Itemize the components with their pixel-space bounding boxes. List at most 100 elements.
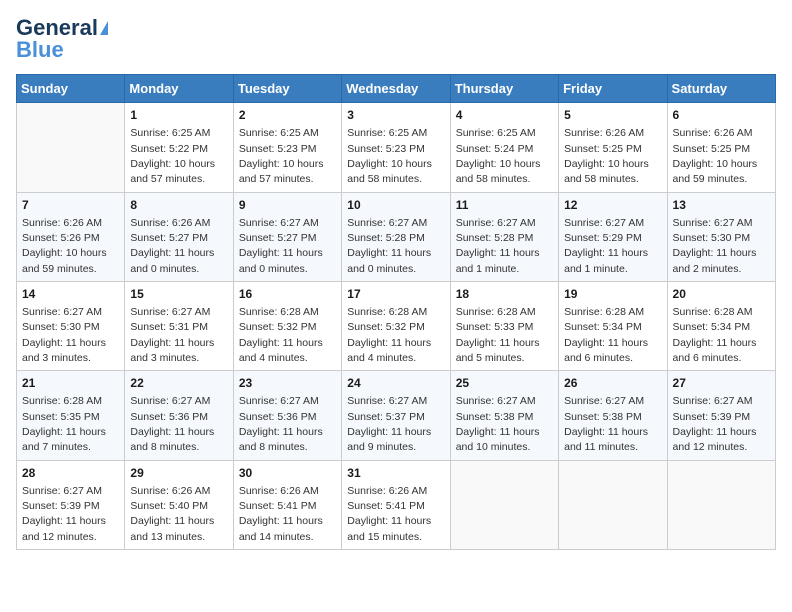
day-info: Sunrise: 6:27 AM Sunset: 5:28 PM Dayligh…: [347, 217, 431, 275]
calendar-header-row: SundayMondayTuesdayWednesdayThursdayFrid…: [17, 75, 776, 103]
day-info: Sunrise: 6:27 AM Sunset: 5:36 PM Dayligh…: [130, 395, 214, 453]
day-number: 29: [130, 465, 227, 482]
calendar-header-saturday: Saturday: [667, 75, 775, 103]
calendar-week-row: 7 Sunrise: 6:26 AM Sunset: 5:26 PM Daylig…: [17, 192, 776, 281]
calendar-header-friday: Friday: [559, 75, 667, 103]
day-number: 15: [130, 286, 227, 303]
day-info: Sunrise: 6:26 AM Sunset: 5:41 PM Dayligh…: [347, 485, 431, 543]
calendar-week-row: 1 Sunrise: 6:25 AM Sunset: 5:22 PM Daylig…: [17, 103, 776, 192]
calendar-cell: 22 Sunrise: 6:27 AM Sunset: 5:36 PM Dayli…: [125, 371, 233, 460]
calendar-cell: 21 Sunrise: 6:28 AM Sunset: 5:35 PM Dayli…: [17, 371, 125, 460]
calendar-cell: 17 Sunrise: 6:28 AM Sunset: 5:32 PM Dayli…: [342, 282, 450, 371]
day-number: 4: [456, 107, 553, 124]
day-number: 27: [673, 375, 770, 392]
day-number: 18: [456, 286, 553, 303]
day-number: 2: [239, 107, 336, 124]
calendar-cell: 19 Sunrise: 6:28 AM Sunset: 5:34 PM Dayli…: [559, 282, 667, 371]
day-info: Sunrise: 6:28 AM Sunset: 5:34 PM Dayligh…: [673, 306, 757, 364]
calendar-cell: 1 Sunrise: 6:25 AM Sunset: 5:22 PM Daylig…: [125, 103, 233, 192]
calendar-header-wednesday: Wednesday: [342, 75, 450, 103]
calendar-table: SundayMondayTuesdayWednesdayThursdayFrid…: [16, 74, 776, 550]
logo: General Blue: [16, 16, 108, 62]
calendar-cell: 5 Sunrise: 6:26 AM Sunset: 5:25 PM Daylig…: [559, 103, 667, 192]
day-info: Sunrise: 6:27 AM Sunset: 5:30 PM Dayligh…: [673, 217, 757, 275]
calendar-header-tuesday: Tuesday: [233, 75, 341, 103]
calendar-cell: 14Sunrise: 6:27 AM Sunset: 5:30 PM Dayli…: [17, 282, 125, 371]
calendar-cell: 11 Sunrise: 6:27 AM Sunset: 5:28 PM Dayli…: [450, 192, 558, 281]
day-info: Sunrise: 6:27 AM Sunset: 5:36 PM Dayligh…: [239, 395, 323, 453]
day-info: Sunrise: 6:27 AM Sunset: 5:37 PM Dayligh…: [347, 395, 431, 453]
day-number: 17: [347, 286, 444, 303]
calendar-cell: [17, 103, 125, 192]
calendar-cell: 18Sunrise: 6:28 AM Sunset: 5:33 PM Dayli…: [450, 282, 558, 371]
day-info: Sunrise: 6:27 AM Sunset: 5:38 PM Dayligh…: [456, 395, 540, 453]
day-number: 25: [456, 375, 553, 392]
calendar-cell: 12Sunrise: 6:27 AM Sunset: 5:29 PM Dayli…: [559, 192, 667, 281]
day-info: Sunrise: 6:28 AM Sunset: 5:32 PM Dayligh…: [347, 306, 431, 364]
day-info: Sunrise: 6:26 AM Sunset: 5:25 PM Dayligh…: [673, 127, 758, 185]
day-info: Sunrise: 6:28 AM Sunset: 5:34 PM Dayligh…: [564, 306, 648, 364]
day-number: 19: [564, 286, 661, 303]
day-number: 30: [239, 465, 336, 482]
logo-triangle-icon: [100, 21, 108, 35]
calendar-cell: [450, 460, 558, 549]
calendar-week-row: 21 Sunrise: 6:28 AM Sunset: 5:35 PM Dayli…: [17, 371, 776, 460]
calendar-cell: 29 Sunrise: 6:26 AM Sunset: 5:40 PM Dayli…: [125, 460, 233, 549]
day-info: Sunrise: 6:27 AM Sunset: 5:27 PM Dayligh…: [239, 217, 323, 275]
day-number: 21: [22, 375, 119, 392]
day-number: 13: [673, 197, 770, 214]
day-number: 11: [456, 197, 553, 214]
day-info: Sunrise: 6:25 AM Sunset: 5:22 PM Dayligh…: [130, 127, 215, 185]
day-number: 23: [239, 375, 336, 392]
calendar-cell: 15Sunrise: 6:27 AM Sunset: 5:31 PM Dayli…: [125, 282, 233, 371]
calendar-cell: 10 Sunrise: 6:27 AM Sunset: 5:28 PM Dayli…: [342, 192, 450, 281]
day-number: 20: [673, 286, 770, 303]
day-info: Sunrise: 6:26 AM Sunset: 5:40 PM Dayligh…: [130, 485, 214, 543]
calendar-cell: 2Sunrise: 6:25 AM Sunset: 5:23 PM Daylig…: [233, 103, 341, 192]
calendar-cell: 31 Sunrise: 6:26 AM Sunset: 5:41 PM Dayli…: [342, 460, 450, 549]
day-number: 7: [22, 197, 119, 214]
calendar-cell: 25 Sunrise: 6:27 AM Sunset: 5:38 PM Dayli…: [450, 371, 558, 460]
calendar-cell: 4 Sunrise: 6:25 AM Sunset: 5:24 PM Daylig…: [450, 103, 558, 192]
day-info: Sunrise: 6:26 AM Sunset: 5:26 PM Dayligh…: [22, 217, 107, 275]
day-number: 28: [22, 465, 119, 482]
day-info: Sunrise: 6:28 AM Sunset: 5:35 PM Dayligh…: [22, 395, 106, 453]
day-info: Sunrise: 6:25 AM Sunset: 5:23 PM Dayligh…: [347, 127, 432, 185]
calendar-cell: 13 Sunrise: 6:27 AM Sunset: 5:30 PM Dayli…: [667, 192, 775, 281]
day-number: 16: [239, 286, 336, 303]
calendar-cell: 16Sunrise: 6:28 AM Sunset: 5:32 PM Dayli…: [233, 282, 341, 371]
day-info: Sunrise: 6:26 AM Sunset: 5:27 PM Dayligh…: [130, 217, 214, 275]
calendar-week-row: 28 Sunrise: 6:27 AM Sunset: 5:39 PM Dayli…: [17, 460, 776, 549]
calendar-header-sunday: Sunday: [17, 75, 125, 103]
calendar-cell: 8Sunrise: 6:26 AM Sunset: 5:27 PM Daylig…: [125, 192, 233, 281]
day-info: Sunrise: 6:27 AM Sunset: 5:39 PM Dayligh…: [22, 485, 106, 543]
day-info: Sunrise: 6:26 AM Sunset: 5:41 PM Dayligh…: [239, 485, 323, 543]
calendar-cell: 23 Sunrise: 6:27 AM Sunset: 5:36 PM Dayli…: [233, 371, 341, 460]
calendar-week-row: 14Sunrise: 6:27 AM Sunset: 5:30 PM Dayli…: [17, 282, 776, 371]
day-number: 22: [130, 375, 227, 392]
calendar-cell: [667, 460, 775, 549]
calendar-cell: 30 Sunrise: 6:26 AM Sunset: 5:41 PM Dayli…: [233, 460, 341, 549]
calendar-cell: 3 Sunrise: 6:25 AM Sunset: 5:23 PM Daylig…: [342, 103, 450, 192]
calendar-header-monday: Monday: [125, 75, 233, 103]
day-number: 24: [347, 375, 444, 392]
day-info: Sunrise: 6:27 AM Sunset: 5:28 PM Dayligh…: [456, 217, 540, 275]
day-number: 5: [564, 107, 661, 124]
calendar-cell: 28 Sunrise: 6:27 AM Sunset: 5:39 PM Dayli…: [17, 460, 125, 549]
calendar-cell: 26Sunrise: 6:27 AM Sunset: 5:38 PM Dayli…: [559, 371, 667, 460]
day-number: 9: [239, 197, 336, 214]
logo-text-blue: Blue: [16, 38, 64, 62]
calendar-cell: 9 Sunrise: 6:27 AM Sunset: 5:27 PM Daylig…: [233, 192, 341, 281]
calendar-cell: 27Sunrise: 6:27 AM Sunset: 5:39 PM Dayli…: [667, 371, 775, 460]
day-number: 1: [130, 107, 227, 124]
day-number: 10: [347, 197, 444, 214]
day-number: 31: [347, 465, 444, 482]
page-header: General Blue: [16, 16, 776, 62]
calendar-cell: [559, 460, 667, 549]
day-info: Sunrise: 6:26 AM Sunset: 5:25 PM Dayligh…: [564, 127, 649, 185]
day-info: Sunrise: 6:27 AM Sunset: 5:30 PM Dayligh…: [22, 306, 106, 364]
calendar-cell: 24 Sunrise: 6:27 AM Sunset: 5:37 PM Dayli…: [342, 371, 450, 460]
day-info: Sunrise: 6:25 AM Sunset: 5:24 PM Dayligh…: [456, 127, 541, 185]
day-info: Sunrise: 6:27 AM Sunset: 5:29 PM Dayligh…: [564, 217, 648, 275]
day-number: 3: [347, 107, 444, 124]
